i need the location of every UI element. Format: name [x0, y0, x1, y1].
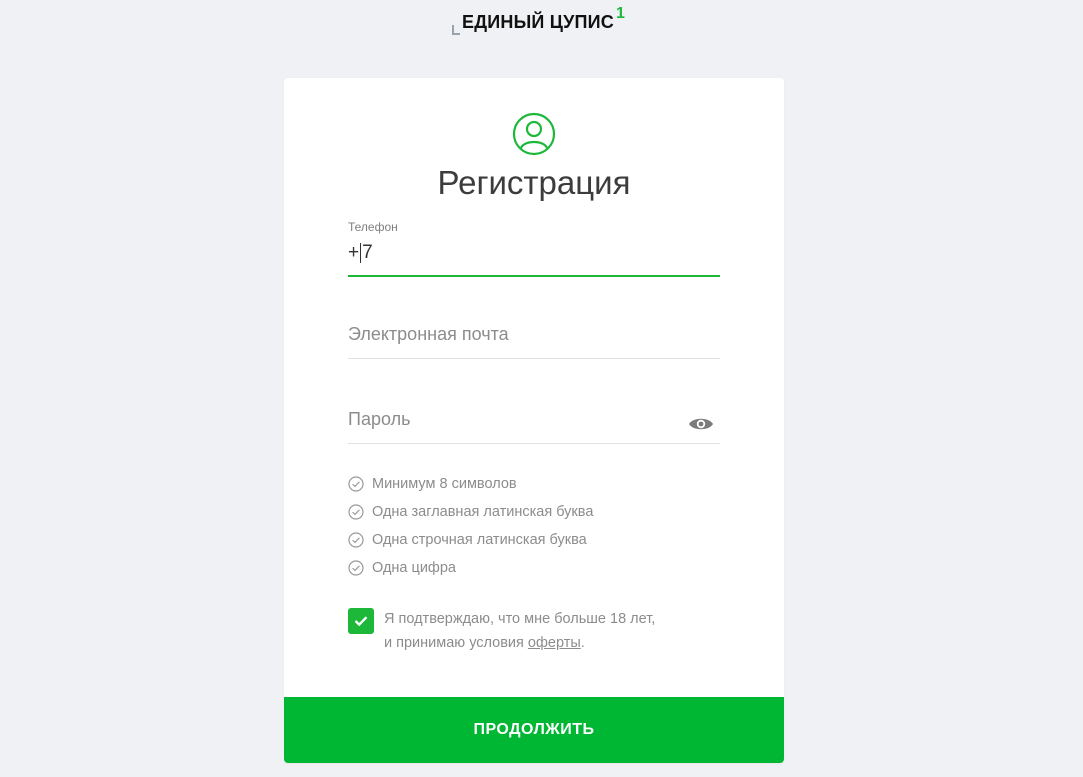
consent-line-2-prefix: и принимаю условия — [384, 635, 528, 651]
rule-item: Одна цифра — [348, 554, 593, 582]
registration-card: Регистрация Телефон +7 Электронная почта… — [284, 78, 784, 763]
page-title: Регистрация — [437, 164, 631, 201]
rule-text: Одна цифра — [372, 560, 456, 576]
offer-link[interactable]: оферты — [528, 635, 581, 651]
email-placeholder: Электронная почта — [348, 324, 509, 344]
consent-line-2: и принимаю условия оферты. — [384, 631, 655, 655]
text-caret — [360, 243, 362, 263]
phone-prefix: + — [348, 242, 360, 263]
consent-text: Я подтверждаю, что мне больше 18 лет, и … — [384, 607, 655, 655]
rule-text: Одна заглавная латинская буква — [372, 504, 594, 520]
rule-text: Минимум 8 символов — [372, 476, 517, 492]
age-consent: Я подтверждаю, что мне больше 18 лет, и … — [348, 608, 655, 655]
phone-input[interactable]: +7 — [348, 242, 373, 264]
rule-text: Одна строчная латинская буква — [372, 532, 587, 548]
check-circle-icon — [348, 560, 364, 576]
phone-label: Телефон — [348, 220, 398, 234]
brand-name: ЕДИНЫЙ ЦУПИС — [462, 12, 614, 32]
password-field[interactable]: Пароль — [348, 405, 720, 444]
rule-item: Минимум 8 символов — [348, 470, 593, 498]
consent-line-1: Я подтверждаю, что мне больше 18 лет, — [384, 611, 656, 627]
rule-item: Одна строчная латинская буква — [348, 526, 593, 554]
checkmark-icon — [354, 616, 368, 627]
phone-value: 7 — [362, 242, 373, 263]
rule-item: Одна заглавная латинская буква — [348, 498, 593, 526]
brand-logo[interactable]: ЕДИНЫЙ ЦУПИС 1 — [452, 5, 625, 38]
consent-line-2-suffix: . — [580, 635, 585, 651]
check-circle-icon — [348, 476, 364, 492]
password-rules: Минимум 8 символов Одна заглавная латинс… — [348, 470, 593, 582]
brand-superscript: 1 — [615, 5, 625, 22]
logo-corner-mark — [452, 25, 460, 35]
eye-icon[interactable] — [688, 415, 714, 433]
password-placeholder: Пароль — [348, 409, 411, 429]
email-field[interactable]: Электронная почта — [348, 320, 720, 359]
phone-field[interactable]: Телефон +7 — [348, 218, 720, 277]
check-circle-icon — [348, 532, 364, 548]
check-circle-icon — [348, 504, 364, 520]
continue-button[interactable]: ПРОДОЛЖИТЬ — [284, 697, 784, 763]
user-circle-icon — [512, 112, 556, 156]
consent-checkbox[interactable] — [348, 608, 374, 634]
